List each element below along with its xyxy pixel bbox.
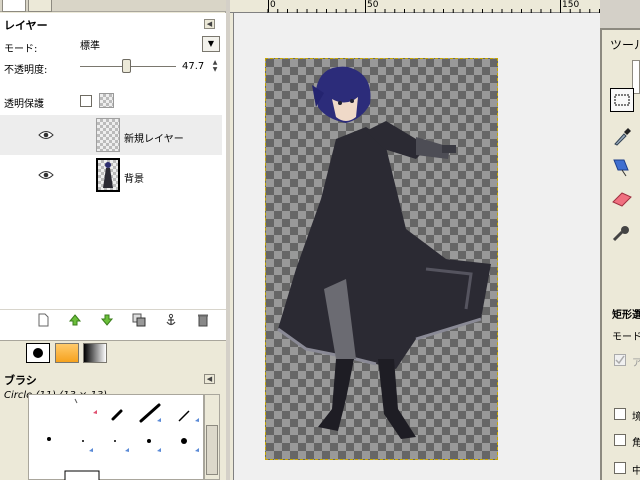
duplicate-layer-icon[interactable]	[132, 313, 146, 327]
mode-label: モード:	[4, 44, 38, 55]
panel-title: ブラシ	[4, 374, 37, 387]
lower-layer-icon[interactable]	[100, 313, 114, 327]
panel-menu-button[interactable]: ◀	[204, 374, 215, 384]
lock-label: 透明保護	[4, 99, 44, 110]
opacity-slider-handle[interactable]	[121, 59, 131, 73]
mode-select[interactable]: 標準	[80, 37, 200, 52]
anchor-icon[interactable]	[164, 313, 178, 327]
expand-center-checkbox[interactable]	[614, 462, 626, 474]
ruler-ticks	[267, 9, 600, 13]
brush-previews	[47, 398, 199, 480]
checkmark-icon	[615, 355, 625, 365]
color-picker-icon[interactable]	[610, 124, 634, 148]
lock-alpha-checkbox[interactable]	[80, 95, 92, 107]
scrollbar-thumb[interactable]	[206, 425, 218, 475]
tool-mode-label: モード	[612, 332, 640, 343]
rect-select-tool[interactable]	[610, 88, 634, 112]
layer-button-bar	[0, 309, 226, 329]
antialias-checkbox[interactable]	[614, 354, 626, 366]
option-label: ア	[632, 358, 640, 369]
alpha-lock-icon	[99, 93, 114, 108]
layer-thumbnail[interactable]	[96, 118, 120, 152]
rounded-corners-checkbox[interactable]	[614, 434, 626, 446]
eraser-icon[interactable]	[610, 188, 634, 212]
tab-paths[interactable]	[28, 0, 52, 12]
airbrush-icon[interactable]	[610, 220, 634, 244]
layer-row[interactable]: 新規レイヤー	[0, 115, 222, 155]
option-label: 角	[632, 438, 640, 449]
tab-patterns[interactable]	[55, 343, 79, 363]
option-label: 境	[632, 412, 640, 423]
layer-name[interactable]: 背景	[124, 170, 144, 185]
opacity-spin-buttons[interactable]: ▲ ▼	[210, 59, 220, 73]
option-label: 中	[632, 466, 640, 477]
tab-gradients[interactable]	[83, 343, 107, 363]
brush-circle-icon	[33, 348, 43, 358]
new-layer-icon[interactable]	[36, 313, 50, 327]
layers-panel: レイヤー ◀ モード: 標準 ▼ 不透明度: 47.7 ▲ ▼ 透明保護 新規レイ…	[0, 13, 226, 340]
layer-thumbnail[interactable]	[96, 158, 120, 192]
toolbox: ツール 矩形選 モード ア 境 角 中 値	[600, 28, 640, 480]
brush-grid[interactable]	[28, 394, 204, 480]
dock-tabs	[0, 0, 226, 12]
image-canvas[interactable]	[265, 58, 498, 460]
raise-layer-icon[interactable]	[68, 313, 82, 327]
layer-row[interactable]: 背景	[0, 155, 222, 195]
opacity-label: 不透明度:	[4, 65, 48, 76]
horizontal-ruler[interactable]: 0 50 150	[230, 0, 600, 13]
toolbox-title: ツール	[610, 38, 640, 52]
mode-dropdown-button[interactable]: ▼	[202, 36, 220, 52]
tab-brushes[interactable]	[26, 343, 50, 363]
brushes-panel: ブラシ ◀ Circle (11) (13 × 13)	[0, 364, 226, 480]
brush-tabs	[0, 340, 226, 364]
character-figure	[277, 66, 491, 439]
figure-thumbnail-icon	[103, 162, 113, 188]
layer-name[interactable]: 新規レイヤー	[124, 130, 184, 145]
panel-menu-button[interactable]: ◀	[204, 19, 215, 29]
eye-icon[interactable]	[38, 130, 54, 140]
rect-select-icon	[614, 94, 630, 106]
feather-checkbox[interactable]	[614, 408, 626, 420]
bucket-fill-icon[interactable]	[610, 154, 634, 178]
layer-list: 新規レイヤー 背景	[0, 115, 226, 195]
opacity-value[interactable]: 47.7	[182, 61, 204, 72]
left-dock: レイヤー ◀ モード: 標準 ▼ 不透明度: 47.7 ▲ ▼ 透明保護 新規レイ…	[0, 0, 226, 480]
panel-title: レイヤー	[4, 19, 48, 32]
tab-layers[interactable]	[2, 0, 26, 12]
brush-scrollbar[interactable]	[204, 394, 220, 480]
delete-icon[interactable]	[196, 313, 210, 327]
eye-icon[interactable]	[38, 170, 54, 180]
tool-options-title: 矩形選	[612, 310, 640, 321]
